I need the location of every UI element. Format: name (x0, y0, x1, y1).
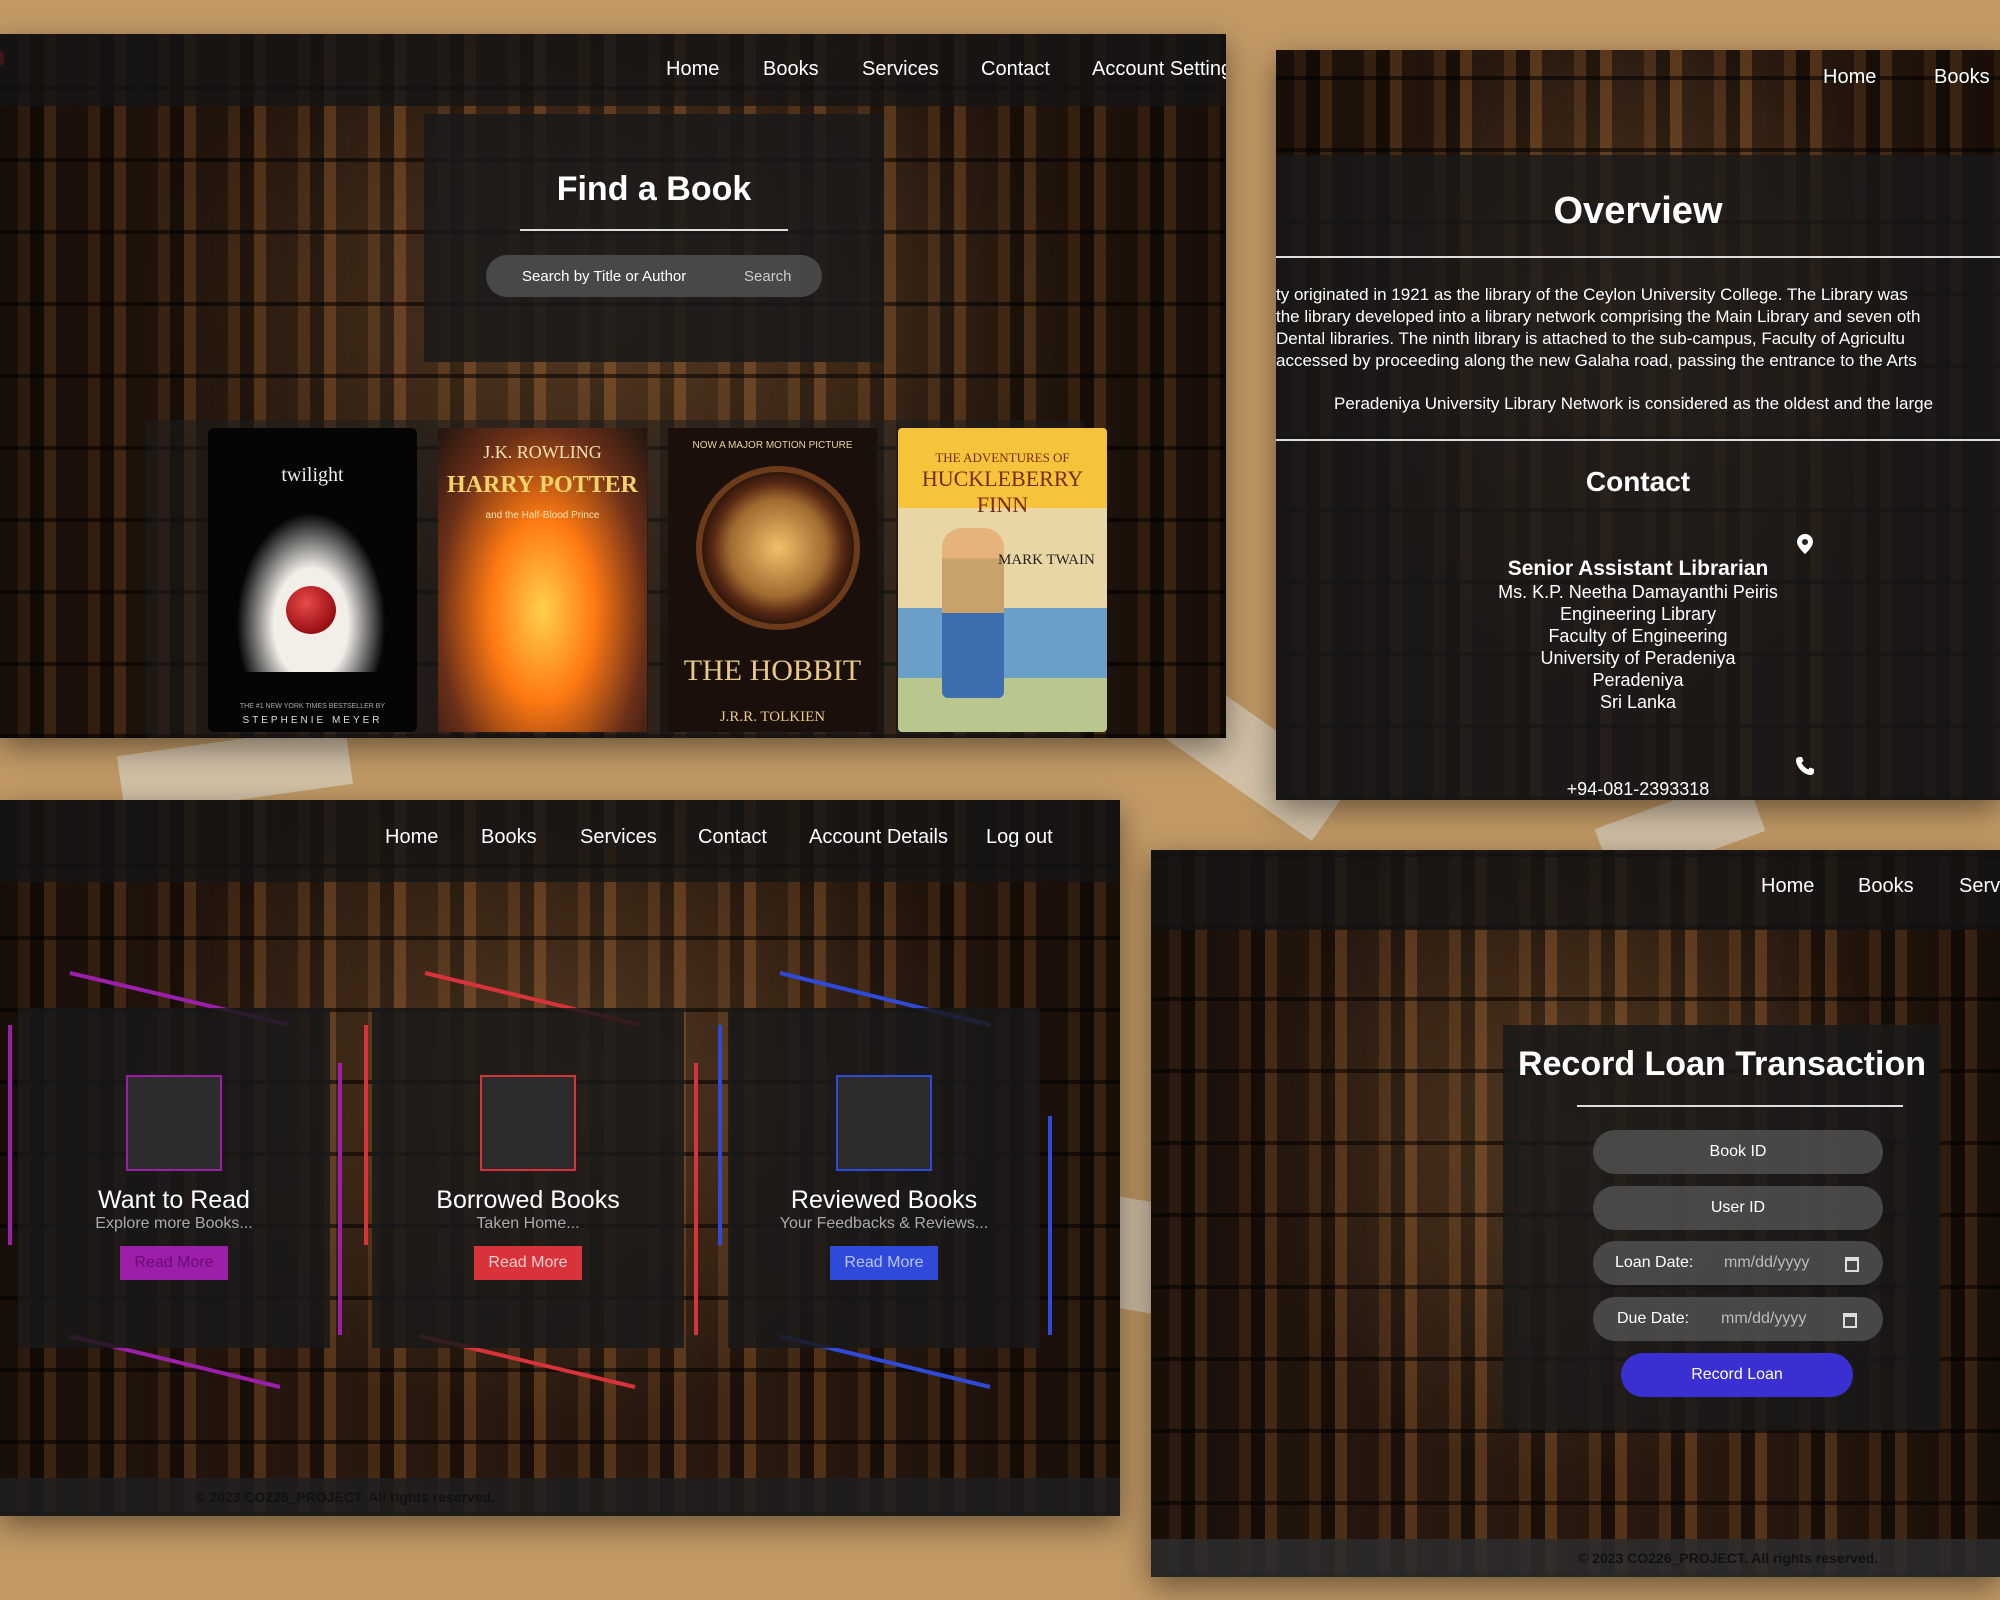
nav-home[interactable]: Home (666, 58, 719, 81)
phone-icon (1796, 757, 1814, 775)
dashboard-screen: Home Books Services Contact Account Deta… (0, 800, 1120, 1516)
card-title: Borrowed Books (436, 1186, 620, 1214)
book-id-placeholder: Book ID (1709, 1143, 1767, 1160)
card-icon-box (126, 1075, 222, 1171)
contact-phone: +94-081-2393318 (1566, 779, 1710, 799)
contact-details: Ms. K.P. Neetha Damayanthi Peiris Engine… (1276, 581, 2000, 713)
cover-banner: THE #1 NEW YORK TIMES BESTSELLER BY (239, 703, 386, 710)
card-subtitle: Your Feedbacks & Reviews... (779, 1215, 989, 1232)
title-divider (520, 229, 788, 231)
card-title: Want to Read (98, 1186, 250, 1214)
title-divider (1577, 1105, 1903, 1107)
cover-author: J.K. ROWLING (483, 442, 602, 462)
cover-title: HUCKLEBERRY FINN (921, 466, 1084, 517)
nav-services[interactable]: Servi (1959, 875, 2000, 898)
card-subtitle: Taken Home... (476, 1215, 580, 1232)
book-cover-harry-potter[interactable]: J.K. ROWLING HARRY POTTER and the Half-B… (438, 428, 647, 732)
overview-paragraph-2: Peradeniya University Library Network is… (1334, 394, 1934, 413)
book-cover-huckleberry-finn[interactable]: THE ADVENTURES OF HUCKLEBERRY FINN MARK … (898, 428, 1107, 732)
contact-line: Faculty of Engineering (1548, 626, 1728, 646)
user-id-input[interactable]: User ID (1593, 1186, 1883, 1230)
contact-role: Senior Assistant Librarian (1507, 557, 1769, 580)
cover-author: STEPHENIE MEYER (242, 715, 383, 726)
boy-illustration (942, 528, 1004, 698)
cover-title: HARRY POTTER (447, 472, 638, 498)
calendar-icon[interactable] (1843, 1313, 1857, 1328)
top-nav: Home Books Services Contact Account Sett… (0, 34, 1226, 106)
contact-line: Peradeniya (1592, 670, 1684, 690)
cover-author: J.R.R. TOLKIEN (719, 709, 826, 725)
footer: © 2023 CO226_PROJECT. All rights reserve… (1151, 1539, 2000, 1577)
loan-date-placeholder: mm/dd/yyyy (1724, 1254, 1810, 1271)
calendar-icon[interactable] (1845, 1257, 1859, 1272)
cover-pretitle: THE ADVENTURES OF (935, 450, 1070, 465)
overview-divider (1276, 256, 2000, 258)
page-title: Find a Book (556, 170, 752, 208)
card-subtitle: Explore more Books... (95, 1215, 253, 1232)
book-cover-twilight[interactable]: twilight THE #1 NEW YORK TIMES BESTSELLE… (208, 428, 417, 732)
search-input[interactable]: Search by Title or Author (522, 268, 686, 285)
paragraph-line: ty originated in 1921 as the library of … (1276, 285, 1908, 304)
nav-books[interactable]: Books (1934, 66, 1990, 89)
record-loan-screen: Home Books Servi Record Loan Transaction… (1151, 850, 2000, 1577)
paragraph-line: accessed by proceeding along the new Gal… (1276, 351, 1917, 370)
nav-books[interactable]: Books (1858, 875, 1914, 898)
location-icon (1797, 534, 1813, 554)
due-date-placeholder: mm/dd/yyyy (1721, 1310, 1807, 1327)
nav-books[interactable]: Books (763, 58, 819, 81)
record-loan-button[interactable]: Record Loan (1621, 1353, 1853, 1397)
contact-line: Engineering Library (1559, 604, 1717, 624)
cover-subtitle: and the Half-Blood Prince (485, 510, 600, 521)
card-icon-box (480, 1075, 576, 1171)
overview-paragraph: ty originated in 1921 as the library of … (1276, 284, 2000, 372)
due-date-label: Due Date: (1617, 1310, 1690, 1327)
footer-copyright: © 2023 CO226_PROJECT. All rights reserve… (1578, 1550, 1879, 1566)
paragraph-line: Dental libraries. The ninth library is a… (1276, 329, 1905, 348)
read-more-button[interactable]: Read More (120, 1246, 228, 1280)
nav-contact[interactable]: Contact (981, 58, 1050, 81)
nav-home[interactable]: Home (1761, 875, 1814, 898)
cover-banner: NOW A MAJOR MOTION PICTURE (692, 440, 853, 451)
footer: © 2023 CO226_PROJECT. All rights reserve… (0, 1478, 1120, 1516)
door-illustration (696, 466, 860, 630)
cover-title: twilight (281, 464, 344, 486)
search-bar: Search by Title or Author Search (486, 255, 822, 297)
nav-home[interactable]: Home (1823, 66, 1876, 89)
contact-line: Sri Lanka (1599, 692, 1677, 712)
card-borrowed-books[interactable]: Borrowed Books Taken Home... Read More (372, 1008, 684, 1348)
card-reviewed-books[interactable]: Reviewed Books Your Feedbacks & Reviews.… (728, 1008, 1040, 1348)
apple-illustration (286, 586, 336, 634)
cover-author: MARK TWAIN (998, 552, 1095, 568)
nav-account-settings[interactable]: Account Setting (1092, 58, 1226, 81)
search-button[interactable]: Search (744, 268, 792, 285)
card-want-to-read[interactable]: Want to Read Explore more Books... Read … (18, 1008, 330, 1348)
paragraph-line: the library developed into a library net… (1276, 307, 1921, 326)
loan-date-input[interactable]: Loan Date: mm/dd/yyyy (1593, 1241, 1883, 1285)
search-box: Find a Book Search by Title or Author Se… (424, 114, 884, 362)
user-id-placeholder: User ID (1710, 1199, 1766, 1216)
due-date-input[interactable]: Due Date: mm/dd/yyyy (1593, 1297, 1883, 1341)
find-book-screen: Home Books Services Contact Account Sett… (0, 34, 1226, 738)
contact-line: University of Peradeniya (1540, 648, 1736, 668)
footer-copyright: © 2023 CO226_PROJECT. All rights reserve… (195, 1489, 496, 1505)
contact-divider (1276, 439, 2000, 441)
cover-title: THE HOBBIT (683, 654, 862, 687)
contact-line: Ms. K.P. Neetha Damayanthi Peiris (1498, 582, 1778, 602)
loan-form: Record Loan Transaction Book ID User ID … (1503, 1025, 1941, 1430)
top-nav: Home Books Servi (1151, 850, 2000, 930)
form-title: Record Loan Transaction (1517, 1045, 1927, 1083)
book-id-input[interactable]: Book ID (1593, 1130, 1883, 1174)
overview-screen: Home Books Overview ty originated in 192… (1276, 50, 2000, 800)
overview-title: Overview (1553, 190, 1723, 232)
book-cover-hobbit[interactable]: NOW A MAJOR MOTION PICTURE THE HOBBIT J.… (668, 428, 877, 732)
read-more-button[interactable]: Read More (830, 1246, 938, 1280)
contact-title: Contact (1585, 466, 1691, 497)
read-more-button[interactable]: Read More (474, 1246, 582, 1280)
loan-date-label: Loan Date: (1615, 1254, 1694, 1271)
nav-services[interactable]: Services (862, 58, 939, 81)
card-icon-box (836, 1075, 932, 1171)
card-title: Reviewed Books (790, 1186, 978, 1214)
